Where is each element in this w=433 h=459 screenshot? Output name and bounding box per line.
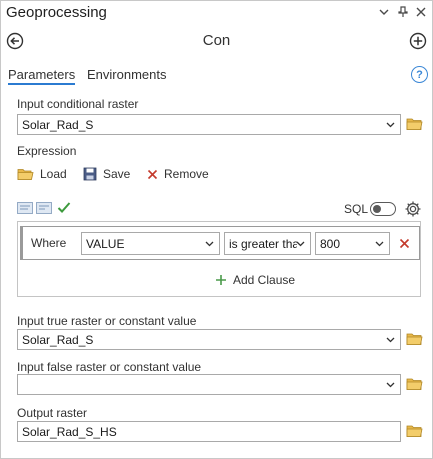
tab-parameters[interactable]: Parameters <box>8 67 76 85</box>
tool-name: Con <box>202 32 231 49</box>
sql-mode-icon[interactable] <box>36 202 52 214</box>
operator-select[interactable]: is greater than <box>224 232 311 255</box>
input-conditional-raster-value: Solar_Rad_S <box>22 118 94 132</box>
clause-value: 800 <box>320 237 341 251</box>
gear-icon[interactable] <box>404 200 422 218</box>
remove-icon <box>147 169 158 179</box>
plus-icon <box>216 275 226 285</box>
output-raster-label: Output raster <box>17 406 88 420</box>
browse-folder-icon[interactable] <box>406 332 423 346</box>
remove-button[interactable]: Remove <box>147 167 209 181</box>
input-true-label: Input true raster or constant value <box>17 314 197 328</box>
tab-environments[interactable]: Environments <box>87 67 166 82</box>
remove-clause-icon[interactable] <box>399 238 410 249</box>
pane-title: Geoprocessing <box>6 4 107 21</box>
chevron-down-icon <box>375 241 384 247</box>
folder-open-icon <box>17 168 34 180</box>
add-clause-button[interactable]: Add Clause <box>215 273 295 287</box>
chevron-down-icon <box>296 241 305 247</box>
load-label: Load <box>40 167 67 181</box>
input-true-combo[interactable]: Solar_Rad_S <box>17 329 401 350</box>
add-clause-label: Add Clause <box>233 273 296 287</box>
input-conditional-raster-combo[interactable]: Solar_Rad_S <box>17 114 401 135</box>
save-icon <box>83 167 97 181</box>
expression-label: Expression <box>17 144 77 158</box>
verify-check-icon[interactable] <box>57 201 71 214</box>
clause-mode-icon[interactable] <box>17 202 33 214</box>
save-label: Save <box>103 167 131 181</box>
output-raster-value: Solar_Rad_S_HS <box>22 425 117 439</box>
browse-folder-icon[interactable] <box>406 117 423 131</box>
operator-value: is greater than <box>229 237 297 251</box>
options-menu-icon[interactable] <box>377 5 391 19</box>
input-false-label: Input false raster or constant value <box>17 360 202 374</box>
browse-folder-icon[interactable] <box>406 377 423 391</box>
add-tool-icon[interactable] <box>409 32 427 50</box>
chevron-down-icon <box>205 241 214 247</box>
field-value: VALUE <box>86 237 125 251</box>
save-button[interactable]: Save <box>83 167 130 181</box>
where-label: Where <box>31 236 67 250</box>
field-select[interactable]: VALUE <box>81 232 220 255</box>
chevron-down-icon <box>386 382 395 388</box>
browse-folder-icon[interactable] <box>406 424 423 438</box>
input-true-value: Solar_Rad_S <box>22 333 94 347</box>
load-button[interactable]: Load <box>17 167 67 181</box>
output-raster-input[interactable]: Solar_Rad_S_HS <box>17 421 401 442</box>
value-select[interactable]: 800 <box>315 232 390 255</box>
pin-icon[interactable] <box>396 5 410 19</box>
chevron-down-icon <box>386 337 395 343</box>
sql-label: SQL <box>344 202 369 216</box>
help-icon[interactable]: ? <box>411 66 428 83</box>
input-false-combo[interactable] <box>17 374 401 395</box>
chevron-down-icon <box>386 122 395 128</box>
toggle-knob <box>373 205 381 213</box>
input-conditional-raster-label: Input conditional raster <box>17 97 139 111</box>
sql-toggle[interactable] <box>370 202 396 216</box>
remove-label: Remove <box>164 167 209 181</box>
close-icon[interactable] <box>414 5 428 19</box>
